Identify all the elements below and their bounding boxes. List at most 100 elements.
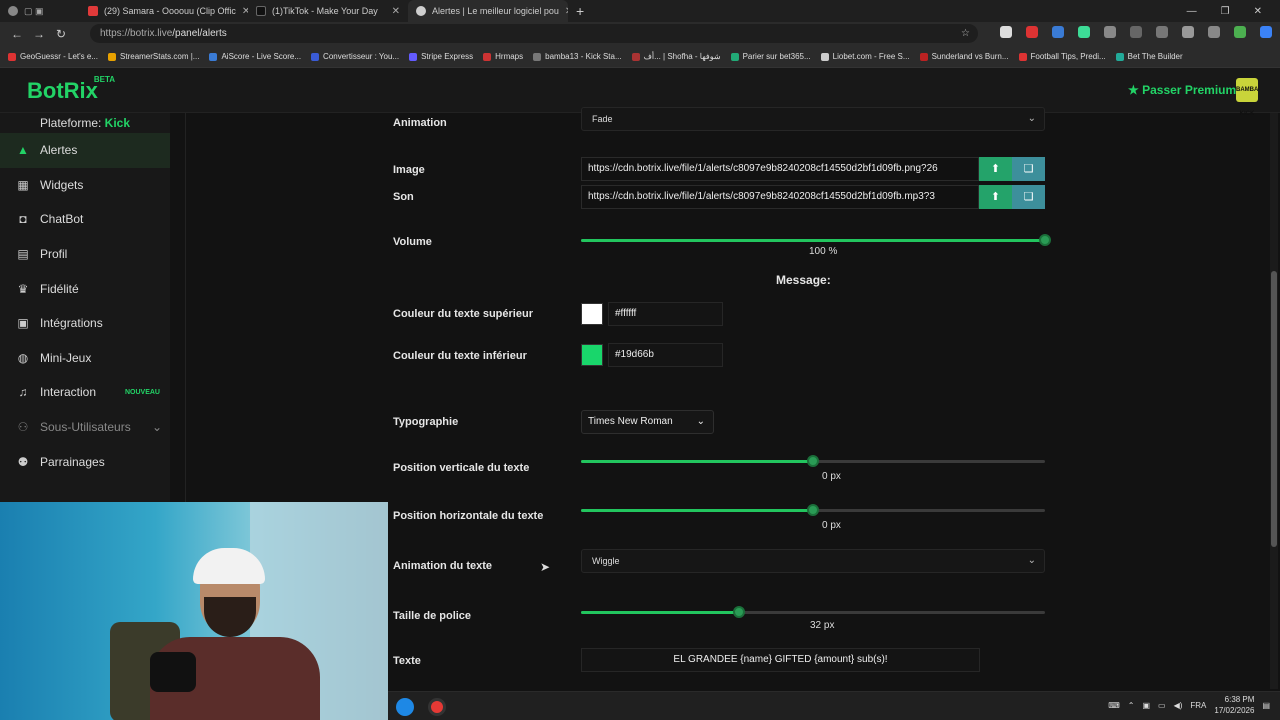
text-animation-select[interactable]: Wiggle ⌄ [581,549,1045,573]
tab-tiktok[interactable]: (1)TikTok - Make Your Day ✕ [248,0,408,22]
sound-label: Son [393,191,414,203]
bookmark[interactable]: Hrmaps [483,52,523,61]
extension-icon[interactable] [1130,26,1142,38]
sound-url-field[interactable]: https://cdn.botrix.live/file/1/alerts/c8… [581,185,979,209]
extension-icon[interactable] [1000,26,1012,38]
sidebar-item-alertes[interactable]: ▲ Alertes [0,133,170,168]
forward-icon[interactable]: → [28,27,50,41]
bookmark[interactable]: Football Tips, Predi... [1018,52,1106,61]
horizontal-position-slider[interactable] [581,504,1045,516]
address-bar-row: ← → ↻ https://botrix.live/panel/alerts ☆ [0,22,1280,46]
minimize-icon[interactable]: — [1187,6,1197,17]
bookmark[interactable]: StreamerStats.com |... [108,52,199,61]
sidebar-item-label: Intégrations [40,316,103,331]
chevron-up-icon[interactable]: ⌃ [1128,701,1135,710]
vertical-position-slider[interactable] [581,455,1045,467]
extension-icon[interactable] [1182,26,1194,38]
gallery-image-button[interactable]: ❏ [1012,157,1045,181]
image-label: Image [393,164,425,176]
sidebar-item-integrations[interactable]: ▣ Intégrations [0,306,170,341]
bookmark[interactable]: Bet The Builder [1115,52,1183,61]
bookmark[interactable]: bamba13 - Kick Sta... [533,52,622,61]
animation-select[interactable]: Fade ⌄ [581,107,1045,131]
vertical-position-value: 0 px [822,471,841,482]
url-field[interactable]: https://botrix.live/panel/alerts ☆ [90,24,978,43]
volume-slider[interactable] [581,234,1051,246]
extension-icon[interactable] [1052,26,1064,38]
avatar[interactable]: BAMBA KICK [1236,78,1258,117]
alert-text-input[interactable]: EL GRANDEE {name} GIFTED {amount} sub(s)… [581,648,980,672]
premium-button[interactable]: ★ Passer Premium [1128,83,1236,97]
window-icon: ▣ [17,316,29,331]
scrollbar-thumb[interactable] [1271,271,1277,547]
notification-icon[interactable]: ▤ [1262,701,1270,710]
botrix-logo[interactable]: BotRixBETA [27,75,119,104]
close-icon[interactable]: ✕ [392,6,400,17]
clock-time: 6:38 PM [1224,695,1255,704]
extension-icon[interactable] [1078,26,1090,38]
sidebar-item-label: Mini-Jeux [40,350,92,365]
keyboard-icon[interactable]: ⌨ [1108,701,1120,710]
bookmark[interactable]: Sunderland vs Burn... [919,52,1009,61]
slider-handle[interactable] [1039,234,1051,246]
tray-icon[interactable]: ▣ [1142,701,1150,710]
back-icon[interactable]: ← [6,27,28,41]
top-color-input[interactable]: #ffffff [608,302,723,326]
copilot-icon[interactable] [1260,26,1272,38]
edge-icon[interactable] [396,698,414,716]
webcam-person-beard [204,597,256,637]
bottom-color-swatch[interactable] [581,344,603,366]
maximize-icon[interactable]: ❐ [1221,6,1230,17]
sidebar-item-interaction[interactable]: ♫ Interaction NOUVEAU [0,375,170,410]
extension-icon[interactable] [1104,26,1116,38]
bookmark-label: Football Tips, Predi... [1030,52,1106,61]
font-size-slider[interactable] [581,606,1045,618]
extension-icon[interactable] [1156,26,1168,38]
obs-icon[interactable] [428,698,446,716]
bookmark[interactable]: Convertisseur : You... [311,52,399,61]
volume-icon[interactable]: ◀) [1174,701,1183,710]
language-indicator[interactable]: FRA [1190,701,1206,710]
network-icon[interactable]: ▭ [1158,701,1166,710]
slider-handle[interactable] [732,606,745,618]
sidebar-item-label: Interaction [40,385,97,400]
sidebar-item-chatbot[interactable]: ◘ ChatBot [0,202,170,237]
typography-select[interactable]: Times New Roman ⌄ [581,410,714,434]
bottom-color-input[interactable]: #19d66b [608,343,723,367]
upload-image-button[interactable]: ⬆ [979,157,1012,181]
tab-botrix[interactable]: Alertes | Le meilleur logiciel pou✕ [408,0,568,22]
tab-youtube[interactable]: (29) Samara - Oooouu (Clip Offic ✕ [80,0,248,22]
bookmark-label: GeoGuessr - Let's e... [20,52,99,61]
gallery-sound-button[interactable]: ❏ [1012,185,1045,209]
extension-icon[interactable] [1026,26,1038,38]
window-close-icon[interactable]: ✕ [1254,6,1262,17]
sidebar-item-fidelite[interactable]: ♛ Fidélité [0,271,170,306]
bookmark[interactable]: أف... | Shofha - شوفها [631,52,721,61]
slider-fill [581,239,1045,242]
sidebar-item-parrainages[interactable]: ⚉ Parrainages [0,444,170,479]
upload-sound-button[interactable]: ⬆ [979,185,1012,209]
vertical-position-label: Position verticale du texte [393,462,530,474]
star-icon[interactable]: ☆ [961,24,970,43]
sidebar-item-profil[interactable]: ▤ Profil [0,237,170,272]
reload-icon[interactable]: ↻ [50,27,72,41]
sidebar-item-sous-utilisateurs[interactable]: ⚇ Sous-Utilisateurs ⌄ [0,410,170,445]
sidebar-item-mini-jeux[interactable]: ◍ Mini-Jeux [0,341,170,376]
top-color-swatch[interactable] [581,303,603,325]
bookmark[interactable]: GeoGuessr - Let's e... [8,52,98,61]
bookmark[interactable]: Liobet.com - Free S... [820,52,910,61]
bookmark[interactable]: Stripe Express [409,52,473,61]
clock[interactable]: 6:38 PM 17/02/2026 [1214,694,1254,716]
bookmark[interactable]: AiScore - Live Score... [209,52,301,61]
extension-icon[interactable] [1208,26,1220,38]
bookmark[interactable]: Parier sur bet365... [730,52,811,61]
page-scrollbar[interactable] [1270,113,1278,689]
image-url-field[interactable]: https://cdn.botrix.live/file/1/alerts/c8… [581,157,979,181]
sidebar-item-label: Widgets [40,177,84,192]
extension-icon[interactable] [1234,26,1246,38]
slider-handle[interactable] [807,504,819,516]
new-tab-button[interactable]: + [568,0,592,22]
slider-handle[interactable] [807,455,819,467]
browser-profile[interactable]: ▢ ▣ [0,0,80,22]
sidebar-item-widgets[interactable]: ▦ Widgets [0,168,170,203]
